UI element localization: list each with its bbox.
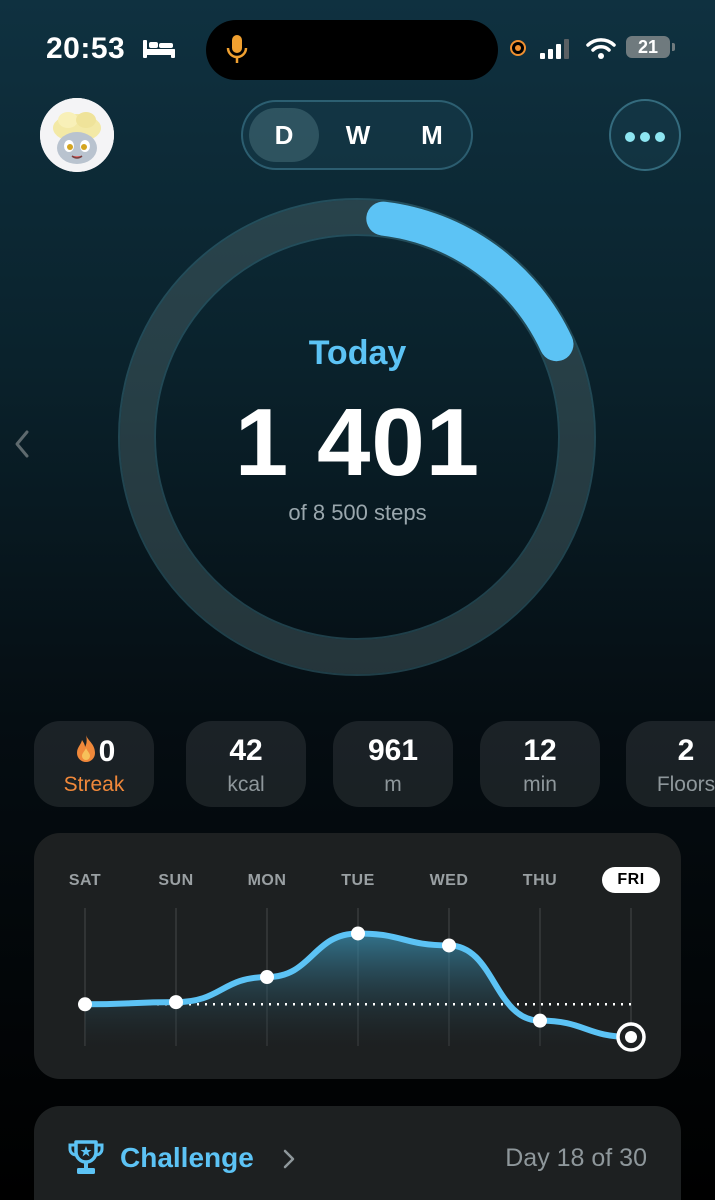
- streak-value: 0: [98, 735, 116, 768]
- distance-pill[interactable]: 961 m: [333, 721, 453, 807]
- day-label-sat[interactable]: SAT: [55, 872, 115, 890]
- time-value: 12: [523, 734, 557, 767]
- calories-label: kcal: [227, 773, 265, 796]
- calories-value: 42: [229, 734, 263, 767]
- calories-pill[interactable]: 42 kcal: [186, 721, 306, 807]
- challenge-progress: Day 18 of 30: [505, 1144, 647, 1172]
- period-label: Today: [308, 334, 407, 372]
- floors-value: 2: [677, 734, 695, 767]
- streak-pill[interactable]: 0 Streak: [34, 721, 154, 807]
- distance-value: 961: [367, 734, 419, 767]
- floors-label: Floors: [656, 773, 715, 796]
- flame-icon: [76, 735, 95, 762]
- day-label-fri[interactable]: FRI: [602, 867, 660, 893]
- day-label-tue[interactable]: TUE: [328, 872, 388, 890]
- streak-value-row: 0: [34, 734, 154, 769]
- streak-label: Streak: [63, 773, 125, 796]
- chevron-right-icon[interactable]: [282, 1148, 296, 1170]
- day-label-sun[interactable]: SUN: [146, 872, 206, 890]
- time-pill[interactable]: 12 min: [480, 721, 600, 807]
- ring-progress-arc: [366, 201, 574, 362]
- distance-label: m: [384, 773, 402, 796]
- day-label-thu[interactable]: THU: [510, 872, 570, 890]
- day-label-mon[interactable]: MON: [237, 872, 297, 890]
- steps-goal: of 8 500 steps: [288, 500, 427, 525]
- steps-count: 1 401: [234, 389, 481, 496]
- week-chart-card[interactable]: [34, 833, 681, 1079]
- day-label-wed[interactable]: WED: [419, 872, 479, 890]
- trophy-icon: [68, 1140, 104, 1174]
- time-label: min: [523, 773, 557, 796]
- floors-pill[interactable]: 2 Floors: [626, 721, 715, 807]
- challenge-title[interactable]: Challenge: [120, 1142, 254, 1174]
